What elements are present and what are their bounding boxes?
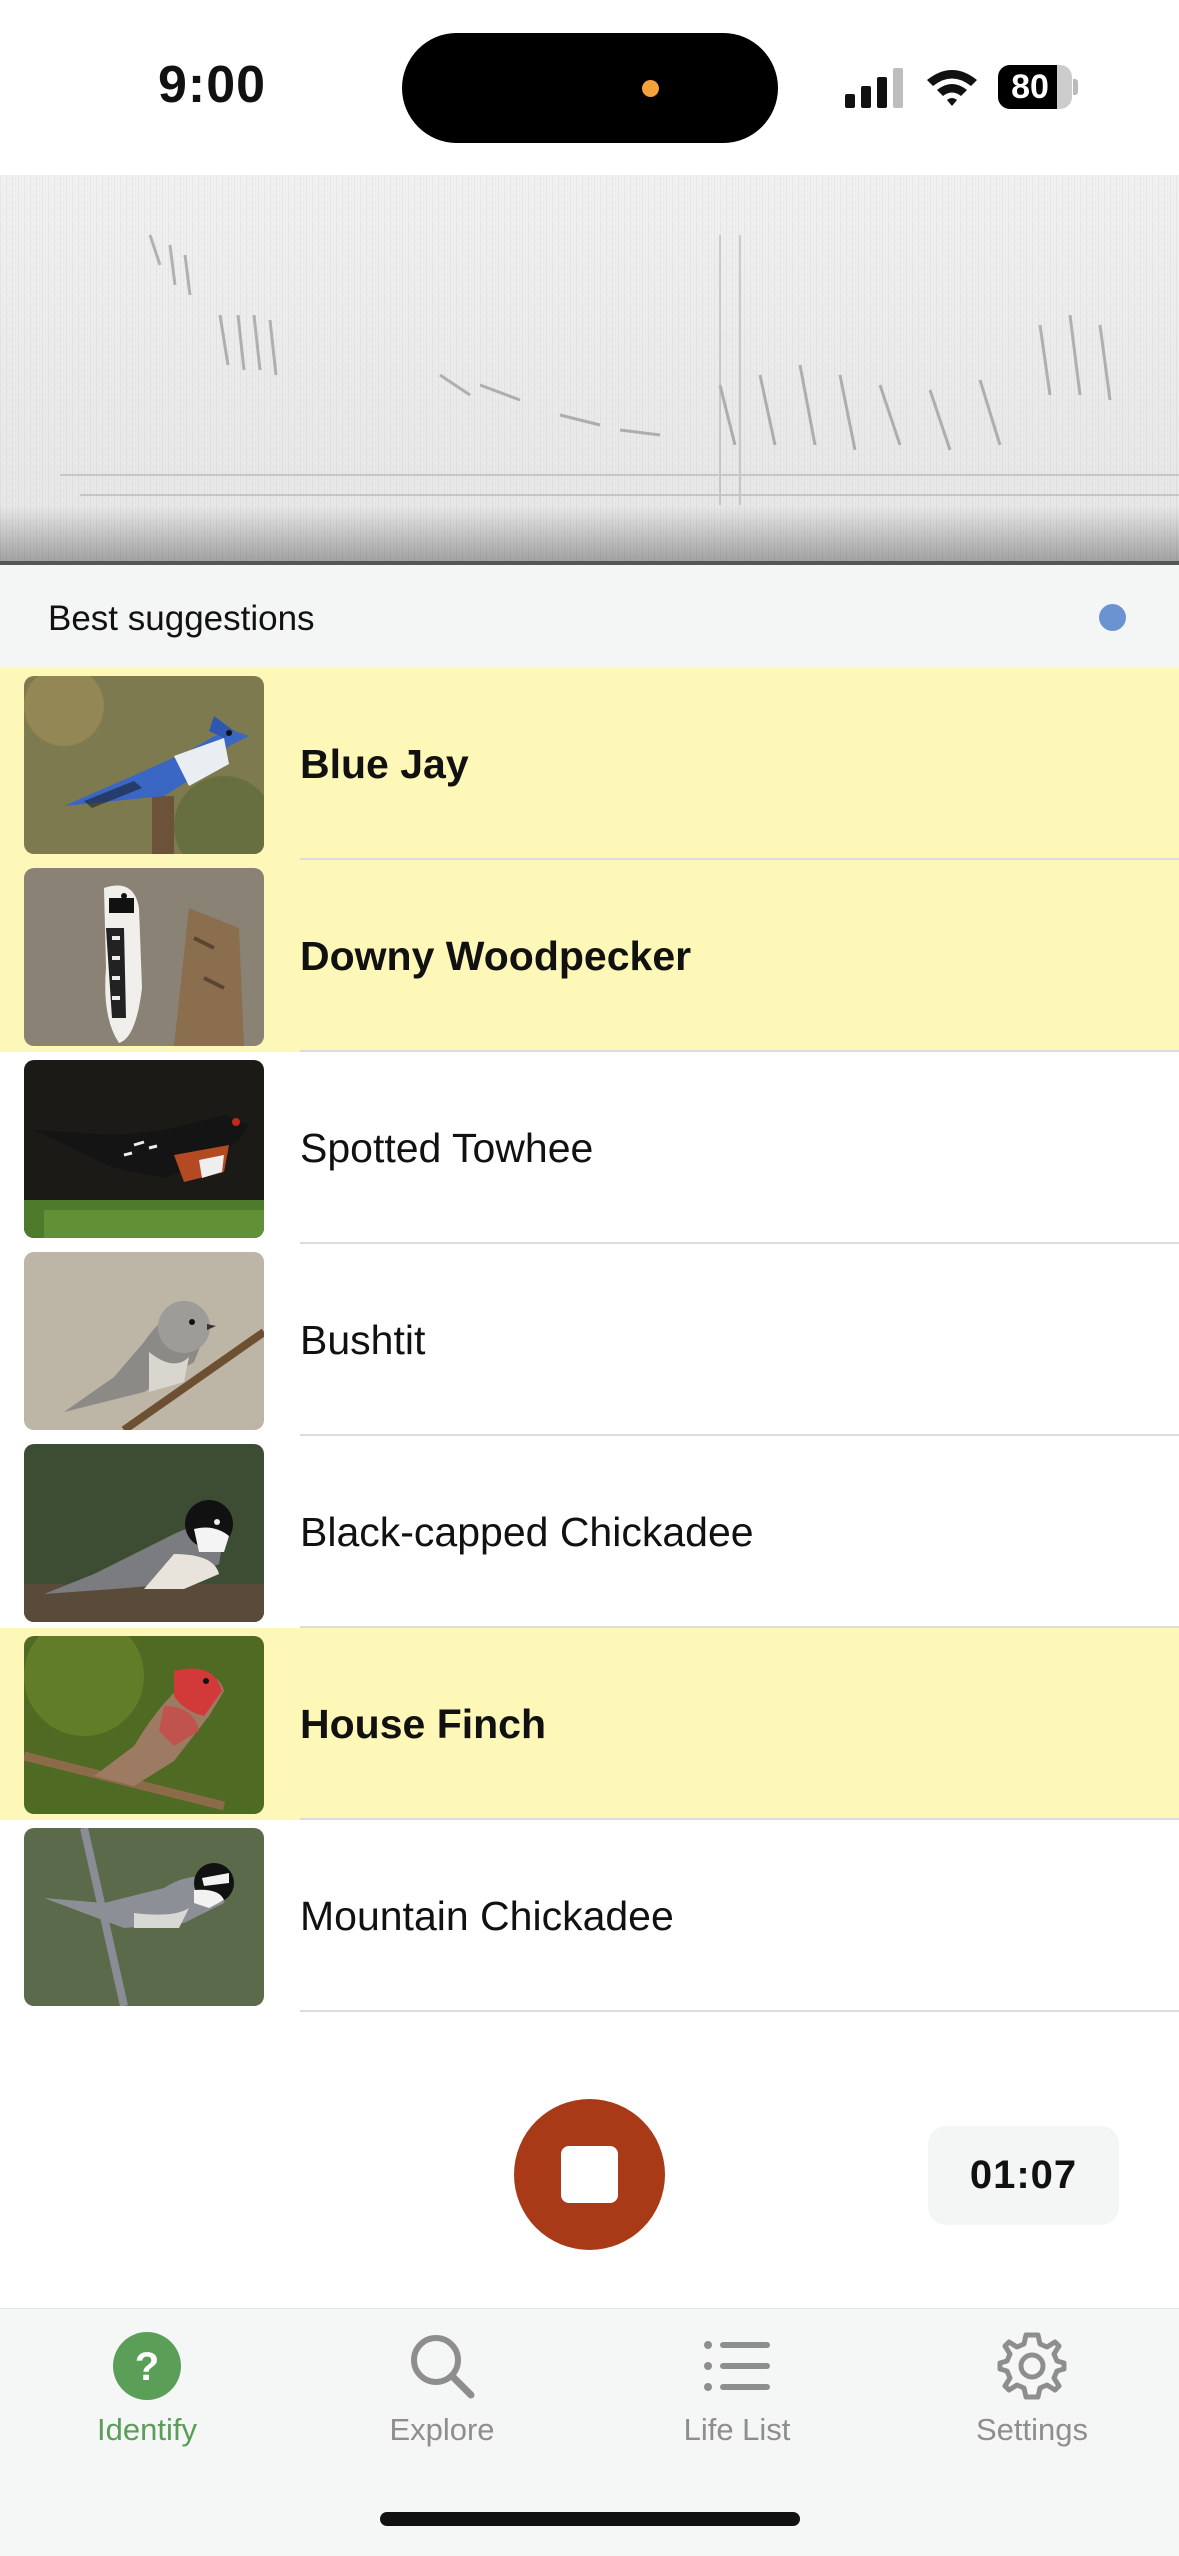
battery-cap bbox=[1073, 79, 1078, 95]
tab-label-identify: Identify bbox=[97, 2412, 197, 2447]
suggestion-row[interactable]: Blue Jay bbox=[0, 668, 1179, 860]
mountain-chickadee-photo bbox=[24, 1828, 264, 2006]
battery-indicator: 80 bbox=[998, 65, 1078, 109]
bushtit-photo bbox=[24, 1252, 264, 1430]
suggestion-name: Mountain Chickadee bbox=[300, 1893, 674, 1939]
suggestion-row[interactable]: Bushtit bbox=[0, 1244, 1179, 1436]
question-circle-icon: ? bbox=[113, 2332, 181, 2400]
suggestion-row[interactable]: Spotted Towhee bbox=[0, 1052, 1179, 1244]
dynamic-island bbox=[402, 33, 778, 143]
house-finch-photo bbox=[24, 1636, 264, 1814]
privacy-indicator-dot bbox=[642, 80, 659, 97]
tab-explore[interactable]: Explore bbox=[295, 2309, 589, 2459]
tab-settings[interactable]: Settings bbox=[885, 2309, 1179, 2459]
suggestion-row[interactable]: Black-capped Chickadee bbox=[0, 1436, 1179, 1628]
suggestion-name: House Finch bbox=[300, 1701, 547, 1747]
tab-label-explore: Explore bbox=[389, 2412, 495, 2447]
list-icon bbox=[704, 2341, 770, 2391]
battery-percent: 80 bbox=[1011, 68, 1049, 106]
suggestion-row[interactable]: Downy Woodpecker bbox=[0, 860, 1179, 1052]
spotted-towhee-photo bbox=[24, 1060, 264, 1238]
suggestion-row[interactable]: Mountain Chickadee bbox=[0, 1820, 1179, 2012]
listening-indicator-dot bbox=[1099, 604, 1126, 631]
tab-life-list[interactable]: Life List bbox=[590, 2309, 884, 2459]
spectrogram-image bbox=[0, 175, 1179, 565]
suggestion-name: Spotted Towhee bbox=[300, 1125, 594, 1171]
row-divider bbox=[300, 2010, 1179, 2012]
cellular-signal-icon bbox=[845, 68, 903, 108]
stop-icon bbox=[561, 2146, 618, 2203]
home-indicator bbox=[380, 2512, 800, 2526]
tab-identify[interactable]: ? Identify bbox=[0, 2309, 294, 2459]
black-capped-chickadee-photo bbox=[24, 1444, 264, 1622]
suggestion-name: Blue Jay bbox=[300, 741, 469, 787]
status-bar: 9:00 80 bbox=[0, 0, 1179, 175]
battery-body: 80 bbox=[998, 65, 1072, 109]
svg-text:?: ? bbox=[135, 2345, 159, 2389]
tab-label-life-list: Life List bbox=[683, 2412, 791, 2447]
recording-timer: 01:07 bbox=[928, 2126, 1119, 2225]
wifi-icon bbox=[927, 70, 977, 106]
gear-icon bbox=[997, 2332, 1067, 2400]
stop-recording-button[interactable] bbox=[514, 2099, 665, 2250]
suggestions-header: Best suggestions bbox=[0, 565, 1179, 668]
suggestion-name: Black-capped Chickadee bbox=[300, 1509, 754, 1555]
blue-jay-photo bbox=[24, 676, 264, 854]
tab-label-settings: Settings bbox=[975, 2412, 1088, 2447]
suggestions-title: Best suggestions bbox=[48, 599, 315, 638]
search-icon bbox=[411, 2335, 475, 2399]
status-time: 9:00 bbox=[158, 56, 267, 114]
suggestion-name: Downy Woodpecker bbox=[300, 933, 692, 979]
suggestion-name: Bushtit bbox=[300, 1317, 426, 1363]
downy-woodpecker-photo bbox=[24, 868, 264, 1046]
suggestion-row[interactable]: House Finch bbox=[0, 1628, 1179, 1820]
